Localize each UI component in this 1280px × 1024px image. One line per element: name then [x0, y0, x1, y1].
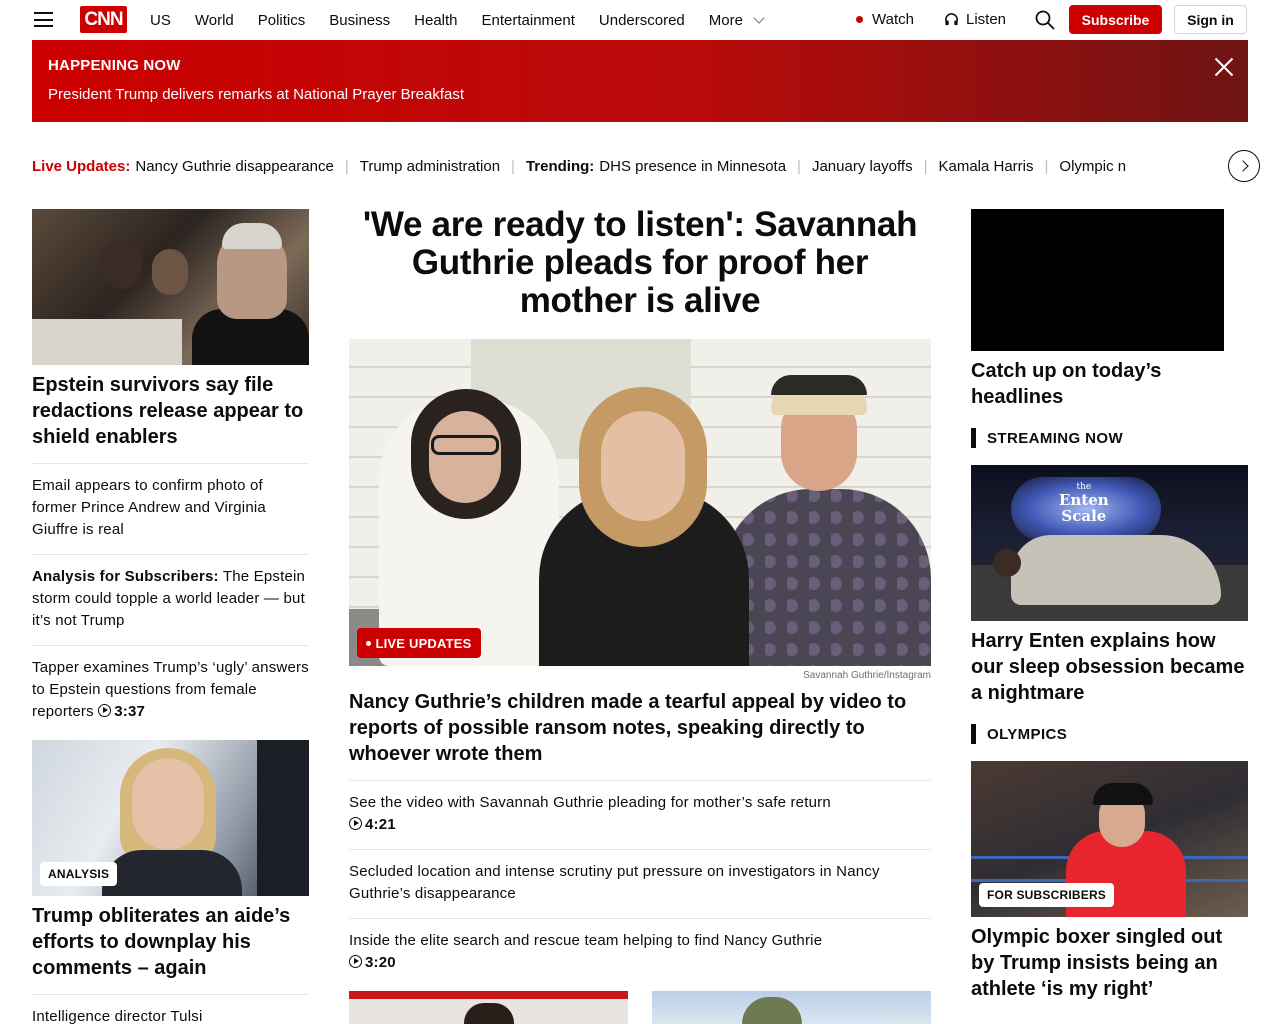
list-item[interactable]: Analysis for Subscribers: The Epstein st… [32, 566, 309, 632]
trending-link-trump-administration[interactable]: Trump administration [360, 158, 500, 175]
guthrie-hero-photo[interactable] [349, 339, 931, 666]
nav-underscored[interactable]: Underscored [599, 12, 685, 29]
list-item-text: Tapper examines Trump’s ‘ugly’ answers t… [32, 659, 309, 720]
menu-icon[interactable] [34, 12, 53, 27]
enten-scale-photo[interactable]: the Enten Scale [971, 465, 1248, 621]
nav-entertainment[interactable]: Entertainment [482, 12, 575, 29]
epstein-headline[interactable]: Epstein survivors say file redactions re… [32, 372, 309, 450]
video-duration: 3:20 [349, 954, 396, 971]
divider [349, 780, 931, 781]
live-dot-icon [856, 16, 863, 23]
divider: | [923, 157, 928, 175]
enten-scale-logo: the Enten Scale [1059, 482, 1109, 525]
video-duration: 4:21 [349, 816, 396, 833]
listen-label: Listen [966, 11, 1007, 28]
nav-politics[interactable]: Politics [258, 12, 306, 29]
duration-text: 3:37 [114, 703, 146, 720]
cnn-logo[interactable]: CNN [80, 6, 127, 33]
divider [349, 849, 931, 850]
enten-headline[interactable]: Harry Enten explains how our sleep obses… [971, 628, 1248, 706]
divider [32, 463, 309, 464]
list-item[interactable]: See the video with Savannah Guthrie plea… [349, 792, 931, 836]
divider: | [344, 157, 349, 175]
live-badge-label: LIVE UPDATES [375, 635, 472, 651]
photo-credit: Savannah Guthrie/Instagram [803, 670, 931, 681]
sign-in-button[interactable]: Sign in [1174, 5, 1247, 34]
divider [349, 918, 931, 919]
list-item[interactable]: Inside the elite search and rescue team … [349, 930, 931, 974]
main-headline[interactable]: 'We are ready to listen': Savannah Guthr… [349, 206, 931, 320]
for-subscribers-badge: FOR SUBSCRIBERS [979, 883, 1115, 907]
headphones-icon [945, 13, 958, 26]
divider [32, 645, 309, 646]
watch-link[interactable]: Watch [856, 11, 914, 28]
trending-link-nancy-guthrie[interactable]: Nancy Guthrie disappearance [135, 158, 333, 175]
video-headline[interactable]: Catch up on today’s headlines [971, 358, 1248, 410]
list-item[interactable]: Email appears to confirm photo of former… [32, 475, 309, 541]
story-thumbnail[interactable] [349, 991, 628, 1024]
sub-lead-headline[interactable]: Nancy Guthrie’s children made a tearful … [349, 689, 931, 767]
list-item[interactable]: Tapper examines Trump’s ‘ugly’ answers t… [32, 657, 309, 723]
listen-link[interactable]: Listen [944, 11, 1006, 28]
play-icon [349, 955, 362, 968]
divider: | [511, 157, 515, 175]
duration-text: 3:20 [365, 954, 396, 971]
trending-link-january-layoffs[interactable]: January layoffs [812, 158, 913, 175]
nav-more[interactable]: More [708, 11, 765, 29]
analysis-prefix: Analysis for Subscribers: [32, 568, 219, 585]
aide-headline[interactable]: Trump obliterates an aide’s efforts to d… [32, 903, 309, 981]
video-duration: 3:37 [98, 703, 145, 720]
nav-us[interactable]: US [150, 12, 171, 29]
main-nav: US World Politics Business Health Entert… [150, 0, 787, 40]
happening-now-banner[interactable]: HAPPENING NOW President Trump delivers r… [32, 40, 1248, 122]
live-updates-label: Live Updates: [32, 157, 131, 175]
trending-link-kamala-harris[interactable]: Kamala Harris [938, 158, 1033, 175]
video-player[interactable] [971, 209, 1224, 351]
trending-bar: Live Updates: Nancy Guthrie disappearanc… [32, 156, 1224, 176]
epstein-photo[interactable] [32, 209, 309, 365]
divider: | [1044, 157, 1049, 175]
aide-photo[interactable]: ANALYSIS [32, 740, 309, 896]
list-item-text: See the video with Savannah Guthrie plea… [349, 794, 831, 811]
trending-link-olympic[interactable]: Olympic n [1059, 158, 1126, 175]
live-dot-icon [366, 640, 372, 646]
boxer-headline[interactable]: Olympic boxer singled out by Trump insis… [971, 924, 1248, 1002]
trending-fade [1184, 156, 1224, 176]
site-header: CNN US World Politics Business Health En… [0, 0, 1280, 40]
search-icon[interactable] [1035, 10, 1055, 30]
banner-text[interactable]: President Trump delivers remarks at Nati… [48, 86, 464, 103]
streaming-now-label: STREAMING NOW [971, 428, 1123, 448]
chevron-down-icon [753, 11, 765, 24]
story-thumbnail[interactable] [652, 991, 931, 1024]
watch-label: Watch [872, 11, 914, 28]
play-icon [98, 704, 112, 717]
divider: | [797, 157, 801, 175]
nav-more-label: More [708, 11, 743, 29]
chevron-right-icon [1236, 160, 1249, 172]
list-item-text: Inside the elite search and rescue team … [349, 932, 823, 949]
nav-business[interactable]: Business [329, 12, 390, 29]
subscribe-button[interactable]: Subscribe [1069, 5, 1162, 34]
nav-health[interactable]: Health [414, 12, 457, 29]
play-icon [349, 817, 362, 830]
trending-link-dhs-minnesota[interactable]: DHS presence in Minnesota [599, 158, 786, 175]
divider [32, 554, 309, 555]
olympics-label: OLYMPICS [971, 724, 1067, 744]
banner-label: HAPPENING NOW [48, 57, 181, 74]
olympic-boxer-photo[interactable]: FOR SUBSCRIBERS [971, 761, 1248, 917]
trending-label: Trending: [525, 157, 595, 175]
list-item[interactable]: Secluded location and intense scrutiny p… [349, 861, 931, 905]
duration-text: 4:21 [365, 816, 396, 833]
analysis-badge: ANALYSIS [40, 862, 118, 886]
nav-world[interactable]: World [195, 12, 234, 29]
close-icon[interactable] [1214, 57, 1234, 77]
live-updates-badge[interactable]: LIVE UPDATES [357, 628, 481, 658]
list-item[interactable]: Intelligence director Tulsi [32, 1006, 309, 1024]
trending-next-button[interactable] [1228, 150, 1260, 182]
divider [32, 994, 309, 995]
